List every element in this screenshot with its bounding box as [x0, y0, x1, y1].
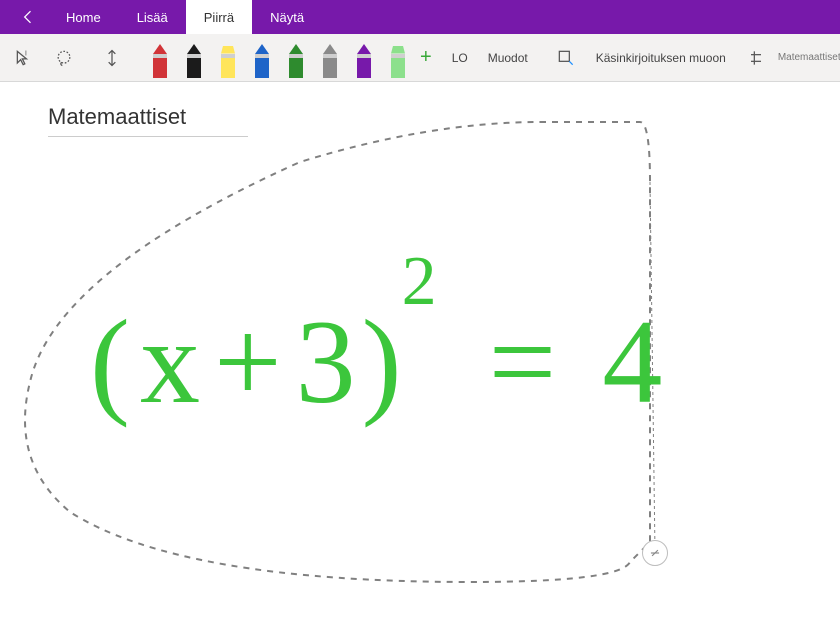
add-pen-button[interactable]: +: [420, 46, 432, 69]
pen-body: [391, 58, 405, 78]
tab-draw-label: Piirrä: [204, 10, 234, 25]
ink-to-text-button[interactable]: Käsinkirjoituksen muoon: [588, 38, 734, 78]
pen-nib-icon: [153, 44, 167, 54]
math-label: Matemaattiset: [778, 52, 840, 63]
select-tool[interactable]: I: [6, 38, 42, 78]
plus-icon: +: [420, 46, 432, 68]
draw-toolbar: I + LO Muodot Käsinkirjoituksen muoon: [0, 34, 840, 82]
lo-label: LO: [452, 51, 468, 65]
lasso-tool[interactable]: [46, 38, 82, 78]
shapes-label: Muodot: [488, 51, 528, 65]
lo-button[interactable]: LO: [444, 38, 476, 78]
pen-purple[interactable]: [350, 38, 378, 78]
pan-icon: [102, 48, 122, 68]
tab-home[interactable]: Home: [48, 0, 119, 34]
tab-home-label: Home: [66, 10, 101, 25]
pen-red[interactable]: [146, 38, 174, 78]
ink-to-math-button[interactable]: [738, 38, 774, 78]
tab-view-label: Näytä: [270, 10, 304, 25]
pen-blue[interactable]: [248, 38, 276, 78]
pen-nib-icon: [187, 44, 201, 54]
eq-three: 3: [296, 302, 362, 422]
tab-draw[interactable]: Piirrä: [186, 0, 252, 34]
tab-insert-label: Lisää: [137, 10, 168, 25]
pan-tool[interactable]: [94, 38, 130, 78]
tab-insert[interactable]: Lisää: [119, 0, 186, 34]
ink-shape-icon: [556, 48, 576, 68]
svg-text:I: I: [25, 48, 27, 57]
note-canvas[interactable]: Matemaattiset ( x + 3 ) 2 = 4: [0, 82, 840, 620]
pen-body: [357, 58, 371, 78]
pen-nib-icon: [255, 44, 269, 54]
cursor-text-icon: I: [14, 48, 34, 68]
pen-body: [255, 58, 269, 78]
eq-equals: =: [489, 302, 563, 422]
eq-plus: +: [214, 302, 288, 422]
eq-rparen: ): [362, 302, 408, 422]
pen-body: [187, 58, 201, 78]
ink-equation[interactable]: ( x + 3 ) 2 = 4: [90, 232, 810, 492]
highlighter-green[interactable]: [384, 38, 412, 78]
chevron-left-icon: [18, 7, 38, 27]
pen-nib-icon: [357, 44, 371, 54]
eq-x: x: [140, 302, 206, 422]
ink-to-shape-button[interactable]: [548, 38, 584, 78]
tab-view[interactable]: Näytä: [252, 0, 322, 34]
shapes-button[interactable]: Muodot: [480, 38, 536, 78]
pen-body: [323, 58, 337, 78]
highlighter-yellow[interactable]: [214, 38, 242, 78]
eq-exponent: 2: [402, 247, 443, 317]
lasso-close-icon: [648, 546, 662, 560]
pen-nib-icon: [289, 44, 303, 54]
pencil-grey[interactable]: [316, 38, 344, 78]
eq-lparen: (: [90, 302, 136, 422]
pen-body: [153, 58, 167, 78]
ink-to-text-label: Käsinkirjoituksen muoon: [596, 51, 726, 65]
pen-body: [221, 58, 235, 78]
pen-nib-icon: [391, 46, 405, 54]
lasso-handle[interactable]: [642, 540, 668, 566]
pen-nib-icon: [323, 44, 337, 54]
math-icon: [746, 48, 766, 68]
pen-body: [289, 58, 303, 78]
pen-gallery: [142, 38, 416, 78]
eq-four: 4: [602, 302, 668, 422]
page-title[interactable]: Matemaattiset: [48, 104, 248, 137]
pen-green[interactable]: [282, 38, 310, 78]
back-button[interactable]: [8, 0, 48, 34]
pen-black[interactable]: [180, 38, 208, 78]
ribbon-tabs: Home Lisää Piirrä Näytä: [0, 0, 840, 34]
pen-nib-icon: [221, 46, 235, 54]
lasso-icon: [54, 48, 74, 68]
